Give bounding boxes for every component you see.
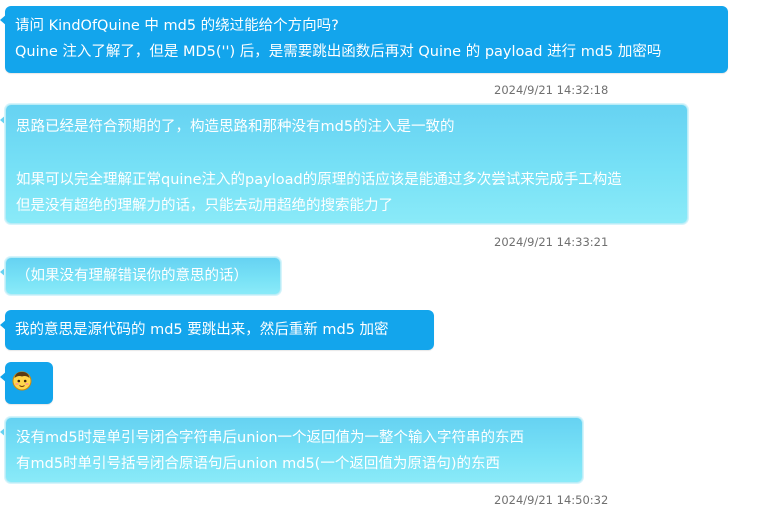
message-text: 有md5时单引号括号闭合原语句后union md5(一个返回值为原语句)的东西 — [16, 456, 500, 472]
face-emoji-icon — [12, 371, 32, 391]
chat-history: 请问 KindOfQuine 中 md5 的绕过能给个方向吗? Quine 注入… — [0, 0, 778, 507]
message-text: 但是没有超绝的理解力的话，只能去动用超绝的搜索能力了 — [16, 198, 393, 214]
message-text-blank — [16, 140, 677, 167]
message-text: Quine 注入了解了，但是 MD5('') 后，是需要跳出函数后再对 Quin… — [15, 44, 662, 60]
message-text: 思路已经是符合预期的了，构造思路和那种没有md5的注入是一致的 — [16, 119, 455, 135]
message-text: 我的意思是源代码的 md5 要跳出来，然后重新 md5 加密 — [15, 322, 389, 338]
message-text: 请问 KindOfQuine 中 md5 的绕过能给个方向吗? — [15, 18, 339, 34]
message-timestamp: 2024/9/21 14:50:32 — [494, 493, 609, 507]
message-text: （如果没有理解错误你的意思的话） — [16, 268, 248, 284]
message-text: 没有md5时是单引号闭合字符串后union一个返回值为一整个输入字符串的东西 — [16, 430, 525, 446]
message-timestamp: 2024/9/21 14:33:21 — [494, 235, 609, 249]
message-bubble[interactable]: 思路已经是符合预期的了，构造思路和那种没有md5的注入是一致的 如果可以完全理解… — [5, 104, 688, 224]
message-bubble[interactable]: 我的意思是源代码的 md5 要跳出来，然后重新 md5 加密 — [5, 310, 434, 350]
message-text: 如果可以完全理解正常quine注入的payload的原理的话应该是能通过多次尝试… — [16, 172, 622, 188]
message-timestamp: 2024/9/21 14:32:18 — [494, 83, 609, 97]
message-bubble[interactable]: 没有md5时是单引号闭合字符串后union一个返回值为一整个输入字符串的东西 有… — [5, 417, 583, 483]
emoji-bubble[interactable] — [5, 362, 53, 404]
message-bubble[interactable]: 请问 KindOfQuine 中 md5 的绕过能给个方向吗? Quine 注入… — [5, 6, 728, 73]
message-bubble[interactable]: （如果没有理解错误你的意思的话） — [5, 257, 281, 295]
